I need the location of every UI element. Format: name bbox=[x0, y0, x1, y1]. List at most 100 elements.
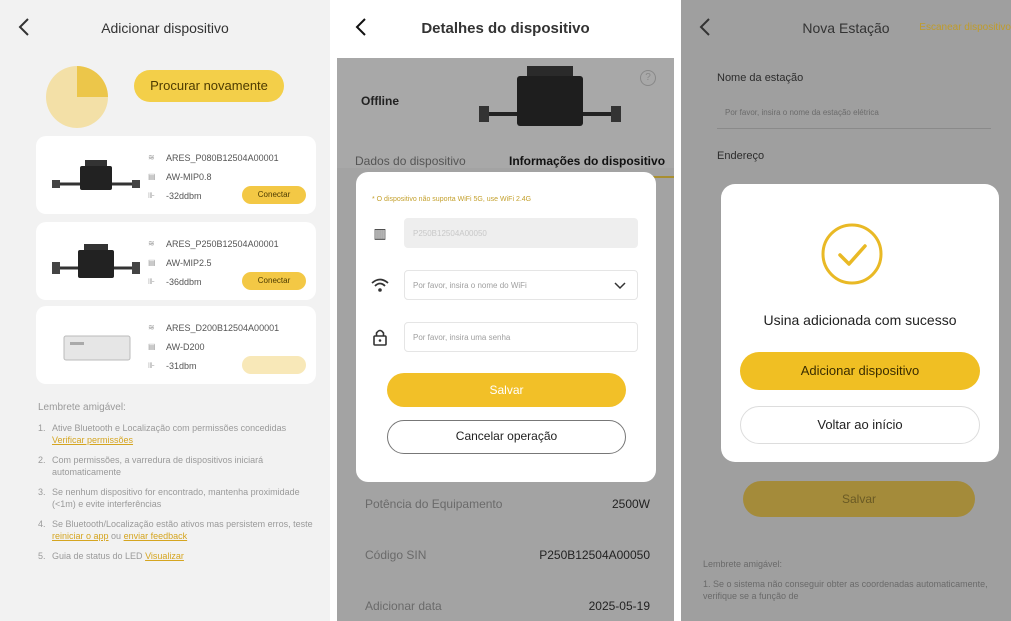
check-circle-icon bbox=[821, 223, 883, 285]
password-placeholder: Por favor, insira uma senha bbox=[413, 332, 511, 342]
cancel-button[interactable]: Cancelar operação bbox=[387, 420, 626, 454]
microinverter-image bbox=[52, 160, 140, 190]
tips-section: Lembrete amigável: 1. Ative Bluetooth e … bbox=[38, 402, 318, 570]
search-again-button[interactable]: Procurar novamente bbox=[134, 70, 284, 102]
device-ssid: ARES_D200B12504A00001 bbox=[166, 322, 280, 333]
tips-section: Lembrete amigável: 1. Se o sistema não c… bbox=[703, 558, 1003, 602]
page-title: Detalhes do dispositivo bbox=[421, 20, 590, 37]
save-button[interactable]: Salvar bbox=[387, 373, 626, 407]
password-row: Por favor, insira uma senha bbox=[366, 322, 638, 352]
bluetooth-icon: ≋ bbox=[148, 238, 155, 248]
view-led-guide-link[interactable]: Visualizar bbox=[145, 551, 184, 561]
bluetooth-icon: ≋ bbox=[148, 322, 155, 332]
device-card[interactable]: ≋ ARES_P080B12504A00001 ▤ AW-MIP0.8 ⊪ -32dd… bbox=[36, 136, 316, 214]
info-row: Código SIN P250B12504A00050 bbox=[365, 548, 650, 568]
device-signal: -32ddbm bbox=[166, 190, 202, 201]
success-message: Usina adicionada com sucesso bbox=[763, 312, 957, 328]
bluetooth-icon: ≋ bbox=[148, 152, 155, 162]
model-icon: ▤ bbox=[148, 171, 156, 181]
tip-item: 4. Se Bluetooth/Localização estão ativos… bbox=[38, 518, 318, 542]
device-id-row: ▥ P250B12504A00050 bbox=[366, 218, 638, 248]
header: Adicionar dispositivo bbox=[0, 0, 330, 58]
device-id-field: P250B12504A00050 bbox=[404, 218, 638, 248]
tip-number: 5. bbox=[38, 551, 46, 561]
info-row: Adicionar data 2025-05-19 bbox=[365, 599, 650, 619]
wifi-config-dialog: * O dispositivo não suporta WiFi 5G, use… bbox=[356, 172, 656, 482]
page-title: Adicionar dispositivo bbox=[101, 20, 229, 36]
signal-icon: ⊪ bbox=[148, 190, 155, 200]
info-value: P250B12504A00050 bbox=[539, 548, 650, 562]
tips-title: Lembrete amigável: bbox=[703, 559, 783, 569]
device-model: AW-MIP2.5 bbox=[166, 257, 212, 268]
device-model: AW-MIP0.8 bbox=[166, 171, 212, 182]
tip-text: Ative Bluetooth e Localização com permis… bbox=[52, 423, 287, 433]
connect-button[interactable]: Conectar bbox=[242, 356, 306, 374]
device-ssid: ARES_P080B12504A00001 bbox=[166, 152, 279, 163]
restart-app-link[interactable]: reiniciar o app bbox=[52, 531, 109, 541]
tip-text: Com permissões, a varredura de dispositi… bbox=[52, 455, 264, 477]
signal-icon: ⊪ bbox=[148, 360, 155, 370]
tip-number: 3. bbox=[38, 487, 46, 497]
tip-number: 2. bbox=[38, 455, 46, 465]
status-label: Offline bbox=[361, 94, 399, 108]
chevron-down-icon bbox=[614, 282, 626, 290]
divider bbox=[717, 128, 991, 129]
save-button[interactable]: Salvar bbox=[743, 481, 975, 517]
info-value: 2025-05-19 bbox=[588, 599, 650, 613]
device-ssid: ARES_P250B12504A00001 bbox=[166, 238, 279, 249]
info-label: Adicionar data bbox=[365, 599, 442, 613]
model-icon: ▤ bbox=[148, 341, 156, 351]
address-label: Endereço bbox=[717, 150, 765, 162]
wifi-note: * O dispositivo não suporta WiFi 5G, use… bbox=[372, 196, 532, 203]
send-feedback-link[interactable]: enviar feedback bbox=[124, 531, 188, 541]
device-signal: -31dbm bbox=[166, 360, 197, 371]
scan-progress-icon bbox=[46, 66, 108, 128]
connect-button[interactable]: Conectar bbox=[242, 186, 306, 204]
tip-text: 1. Se o sistema não conseguir obter as c… bbox=[703, 579, 988, 601]
back-home-button[interactable]: Voltar ao início bbox=[740, 406, 980, 444]
help-icon[interactable]: ? bbox=[640, 70, 656, 86]
tip-item: 5. Guia de status do LED Visualizar bbox=[38, 550, 318, 562]
success-dialog: Usina adicionada com sucesso Adicionar d… bbox=[721, 184, 999, 462]
wifi-row: Por favor, insira o nome do WiFi bbox=[366, 270, 638, 300]
password-input[interactable]: Por favor, insira uma senha bbox=[404, 322, 638, 352]
tip-item: 3. Se nenhum dispositivo for encontrado,… bbox=[38, 486, 318, 510]
header: Nova Estação Escanear dispositivo bbox=[681, 0, 1011, 58]
wifi-name-select[interactable]: Por favor, insira o nome do WiFi bbox=[404, 270, 638, 300]
device-card[interactable]: ≋ ARES_D200B12504A00001 ▤ AW-D200 ⊪ -31dbm … bbox=[36, 306, 316, 384]
battery-device-image bbox=[63, 335, 131, 361]
tip-text: ou bbox=[111, 531, 122, 541]
info-label: Potência do Equipamento bbox=[365, 497, 503, 511]
tab-device-data[interactable]: Dados do dispositivo bbox=[355, 154, 466, 168]
tip-number: 4. bbox=[38, 519, 46, 529]
tip-text: Se nenhum dispositivo for encontrado, ma… bbox=[52, 487, 300, 509]
check-permissions-link[interactable]: Verificar permissões bbox=[52, 435, 133, 445]
tip-number: 1. bbox=[38, 423, 46, 433]
device-details-screen: Detalhes do dispositivo Offline ? Dados … bbox=[337, 0, 674, 621]
wifi-icon bbox=[366, 270, 394, 300]
header: Detalhes do dispositivo bbox=[337, 0, 674, 58]
microinverter-image bbox=[479, 66, 621, 126]
lock-icon bbox=[366, 322, 394, 352]
station-name-input[interactable]: Por favor, insira o nome da estação elét… bbox=[725, 108, 879, 117]
connect-button[interactable]: Conectar bbox=[242, 272, 306, 290]
add-device-screen: Adicionar dispositivo Procurar novamente… bbox=[0, 0, 330, 621]
new-station-screen: Nova Estação Escanear dispositivo Nome d… bbox=[681, 0, 1011, 621]
tip-item: 1. Ative Bluetooth e Localização com per… bbox=[38, 422, 318, 446]
device-signal: -36ddbm bbox=[166, 276, 202, 287]
scan-device-link[interactable]: Escanear dispositivo bbox=[919, 22, 1011, 33]
device-model: AW-D200 bbox=[166, 341, 205, 352]
tips-title: Lembrete amigável: bbox=[38, 402, 126, 413]
wifi-name-placeholder: Por favor, insira o nome do WiFi bbox=[413, 280, 527, 290]
tip-text: Guia de status do LED bbox=[52, 551, 143, 561]
device-id-icon: ▥ bbox=[373, 224, 387, 241]
tip-text: Se Bluetooth/Localização estão ativos ma… bbox=[52, 519, 313, 529]
tab-device-info[interactable]: Informações do dispositivo bbox=[509, 154, 665, 168]
device-card[interactable]: ≋ ARES_P250B12504A00001 ▤ AW-MIP2.5 ⊪ -36dd… bbox=[36, 222, 316, 300]
tip-item: 2. Com permissões, a varredura de dispos… bbox=[38, 454, 318, 478]
signal-icon: ⊪ bbox=[148, 276, 155, 286]
info-value: 2500W bbox=[611, 497, 650, 511]
model-icon: ▤ bbox=[148, 257, 156, 267]
add-device-button[interactable]: Adicionar dispositivo bbox=[740, 352, 980, 390]
station-name-label: Nome da estação bbox=[717, 72, 804, 84]
